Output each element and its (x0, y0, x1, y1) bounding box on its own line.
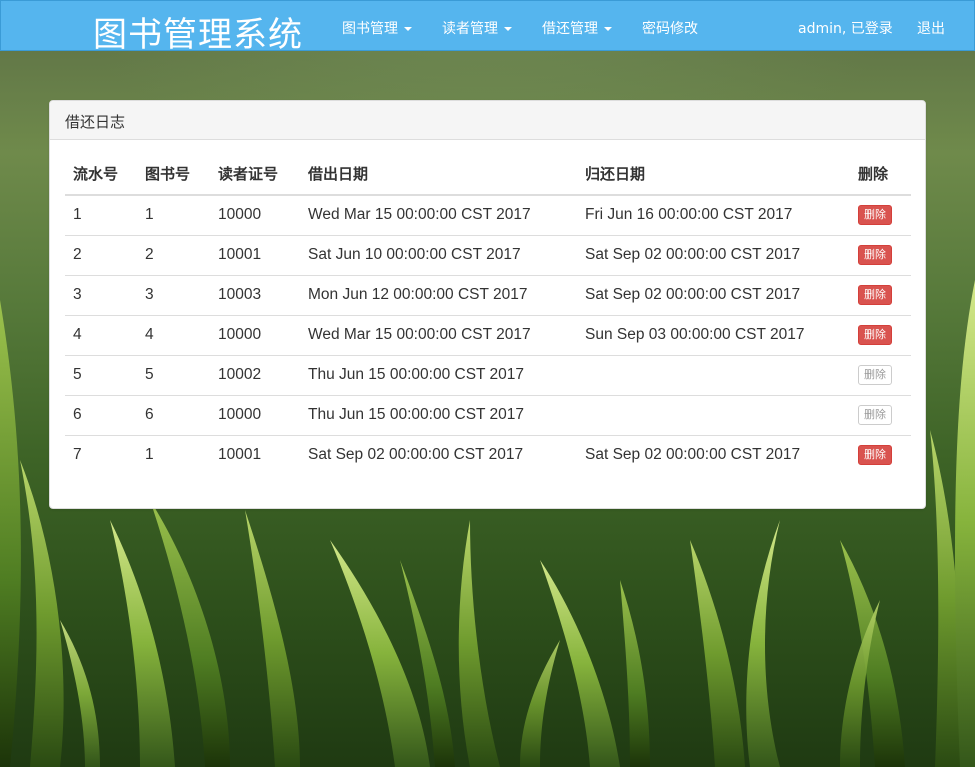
cell-return-date (577, 354, 850, 395)
table-row: 6 6 10000 Thu Jun 15 00:00:00 CST 2017 删除 (65, 394, 911, 435)
nav-reader-management[interactable]: 读者管理 (442, 18, 512, 38)
cell-reader-id: 10003 (210, 274, 300, 315)
cell-return-date: Sat Sep 02 00:00:00 CST 2017 (577, 234, 850, 275)
nav-reader-management-label: 读者管理 (442, 21, 498, 37)
column-header-reader-id: 读者证号 (210, 153, 300, 196)
delete-button[interactable]: 删除 (858, 205, 892, 226)
panel-title: 借还日志 (50, 101, 925, 140)
table-row: 2 2 10001 Sat Jun 10 00:00:00 CST 2017 Sat S… (65, 234, 911, 275)
cell-delete: 删除 (850, 434, 911, 475)
cell-book-id: 1 (137, 434, 210, 475)
cell-book-id: 5 (137, 354, 210, 395)
cell-serial: 6 (65, 394, 137, 435)
cell-delete: 删除 (850, 394, 911, 435)
lend-log-panel: 借还日志 流水号 图书号 读者证号 借出日期 归还日期 删除 1 1 10000 We… (49, 100, 926, 509)
cell-lend-date: Sat Jun 10 00:00:00 CST 2017 (300, 234, 577, 275)
delete-button[interactable]: 删除 (858, 405, 892, 425)
cell-lend-date: Thu Jun 15 00:00:00 CST 2017 (300, 354, 577, 395)
caret-down-icon (404, 27, 412, 31)
caret-down-icon (504, 27, 512, 31)
lend-log-table: 流水号 图书号 读者证号 借出日期 归还日期 删除 1 1 10000 Wed Mar… (65, 153, 911, 475)
table-row: 1 1 10000 Wed Mar 15 00:00:00 CST 2017 Fri J… (65, 195, 911, 235)
cell-reader-id: 10000 (210, 394, 300, 435)
cell-reader-id: 10000 (218, 206, 262, 224)
delete-button[interactable]: 删除 (858, 325, 892, 345)
cell-book-id: 2 (137, 234, 210, 275)
cell-book-id: 4 (137, 314, 210, 355)
nav-book-management[interactable]: 图书管理 (342, 18, 412, 38)
delete-button[interactable]: 删除 (858, 245, 892, 265)
delete-button[interactable]: 删除 (858, 445, 892, 466)
user-status[interactable]: admin, 已登录 (798, 18, 893, 38)
cell-serial: 4 (65, 314, 137, 355)
cell-delete: 删除 (850, 234, 911, 275)
nav-lend-return-management[interactable]: 借还管理 (542, 18, 612, 38)
nav-lend-return-management-label: 借还管理 (542, 21, 598, 37)
cell-delete: 删除 (850, 314, 911, 355)
cell-serial: 1 (73, 206, 82, 224)
cell-serial: 3 (65, 274, 137, 315)
table-row: 5 5 10002 Thu Jun 15 00:00:00 CST 2017 删除 (65, 354, 911, 395)
column-header-serial: 流水号 (65, 153, 137, 196)
table-row: 3 3 10003 Mon Jun 12 00:00:00 CST 2017 Sat S… (65, 274, 911, 315)
cell-lend-date: Thu Jun 15 00:00:00 CST 2017 (300, 394, 577, 435)
cell-delete: 删除 (850, 195, 911, 235)
cell-book-id: 3 (137, 274, 210, 315)
cell-serial: 7 (65, 434, 137, 475)
cell-lend-date: Wed Mar 15 00:00:00 CST 2017 (308, 206, 531, 224)
cell-lend-date: Wed Mar 15 00:00:00 CST 2017 (300, 314, 577, 355)
cell-return-date: Fri Jun 16 00:00:00 CST 2017 (585, 206, 793, 224)
table-row: 4 4 10000 Wed Mar 15 00:00:00 CST 2017 Sun S… (65, 314, 911, 355)
cell-return-date: Sat Sep 02 00:00:00 CST 2017 (577, 274, 850, 315)
table-header-row: 流水号 图书号 读者证号 借出日期 归还日期 删除 (65, 153, 911, 196)
column-header-book-id: 图书号 (137, 153, 210, 196)
navbar: 图书管理系统 图书管理 读者管理 借还管理 密码修改 admin, 已登录 退出 (0, 0, 975, 55)
cell-reader-id: 10002 (210, 354, 300, 395)
brand-title[interactable]: 图书管理系统 (93, 7, 303, 56)
cell-lend-date: Mon Jun 12 00:00:00 CST 2017 (300, 274, 577, 315)
delete-button[interactable]: 删除 (858, 365, 892, 385)
nav-password-change[interactable]: 密码修改 (642, 18, 698, 38)
column-header-return-date: 归还日期 (577, 153, 850, 196)
cell-delete: 删除 (850, 274, 911, 315)
cell-book-id: 6 (137, 394, 210, 435)
caret-down-icon (604, 27, 612, 31)
column-header-delete: 删除 (850, 153, 911, 196)
cell-return-date (577, 394, 850, 435)
cell-reader-id: 10001 (210, 234, 300, 275)
cell-delete: 删除 (850, 354, 911, 395)
cell-serial: 5 (65, 354, 137, 395)
cell-reader-id: 10001 (210, 434, 300, 475)
table-row: 7 1 10001 Sat Sep 02 00:00:00 CST 2017 Sat S… (65, 434, 911, 475)
table-body: 1 1 10000 Wed Mar 15 00:00:00 CST 2017 Fri J… (65, 195, 911, 475)
nav-book-management-label: 图书管理 (342, 21, 398, 37)
cell-book-id: 1 (145, 206, 154, 224)
cell-return-date: Sat Sep 02 00:00:00 CST 2017 (577, 434, 850, 475)
logout-link[interactable]: 退出 (917, 18, 945, 38)
cell-lend-date: Sat Sep 02 00:00:00 CST 2017 (300, 434, 577, 475)
cell-serial: 2 (65, 234, 137, 275)
cell-reader-id: 10000 (210, 314, 300, 355)
delete-button[interactable]: 删除 (858, 285, 892, 305)
cell-return-date: Sun Sep 03 00:00:00 CST 2017 (577, 314, 850, 355)
column-header-lend-date: 借出日期 (300, 153, 577, 196)
